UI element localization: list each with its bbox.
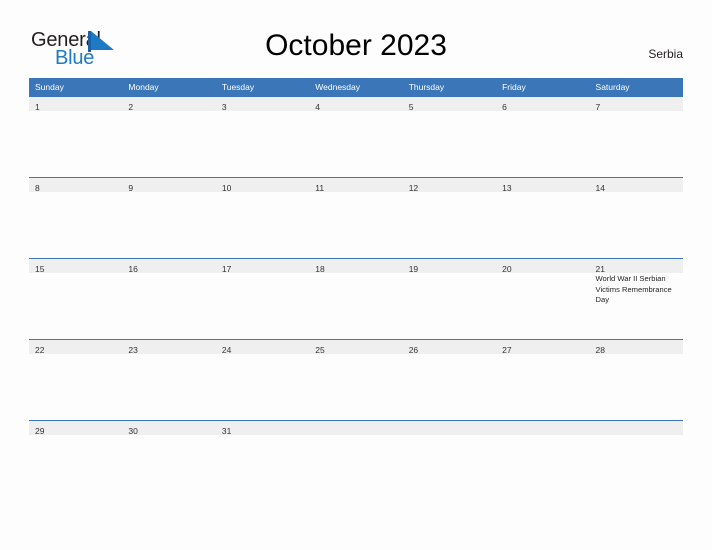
day-number-cell[interactable]: 7 — [590, 97, 683, 112]
day-number-cell[interactable]: 16 — [122, 259, 215, 274]
day-event-cell[interactable] — [403, 192, 496, 258]
day-number-cell[interactable]: 26 — [403, 340, 496, 355]
day-event-cell[interactable] — [216, 273, 309, 339]
day-number-cell[interactable]: 17 — [216, 259, 309, 274]
day-number-cell[interactable]: 22 — [29, 340, 122, 355]
day-event-cell[interactable] — [122, 273, 215, 339]
day-event-cell[interactable] — [29, 111, 122, 177]
day-number-cell[interactable]: 3 — [216, 97, 309, 112]
day-number-cell[interactable]: 10 — [216, 178, 309, 193]
day-event-cell[interactable] — [496, 192, 589, 258]
weekday-header-wednesday: Wednesday — [315, 82, 360, 92]
day-number-cell[interactable] — [309, 421, 402, 435]
day-event-cell[interactable] — [590, 435, 683, 501]
calendar-grid: Sunday Monday Tuesday Wednesday Thursday Frid… — [29, 78, 683, 501]
day-event-cell[interactable] — [403, 354, 496, 420]
day-event-cell[interactable] — [309, 354, 402, 420]
weekday-header-row: Sunday Monday Tuesday Wednesday Thursday Frid… — [29, 78, 683, 96]
day-number-cell[interactable]: 4 — [309, 97, 402, 112]
day-event-cell[interactable] — [496, 354, 589, 420]
day-number-cell[interactable]: 24 — [216, 340, 309, 355]
week-date-band: 29 30 31 — [29, 420, 683, 436]
day-event-cell[interactable] — [216, 354, 309, 420]
day-number-cell[interactable]: 13 — [496, 178, 589, 193]
day-event-cell[interactable] — [403, 273, 496, 339]
day-event-cell[interactable] — [122, 435, 215, 501]
weekday-header-monday: Monday — [128, 82, 159, 92]
week-date-band: 1234567 — [29, 96, 683, 112]
day-event-cell[interactable] — [590, 354, 683, 420]
day-number-cell[interactable] — [496, 421, 589, 435]
week-body-row: World War II Serbian Victims Remembrance… — [29, 273, 683, 339]
day-event-cell[interactable] — [122, 354, 215, 420]
day-event-cell[interactable] — [216, 192, 309, 258]
day-number-cell[interactable] — [590, 421, 683, 435]
day-event-cell[interactable] — [29, 435, 122, 501]
day-number-cell[interactable]: 11 — [309, 178, 402, 193]
week-body-row — [29, 111, 683, 177]
holiday-event-label: World War II Serbian Victims Remembrance… — [595, 274, 672, 305]
day-event-cell[interactable] — [29, 273, 122, 339]
day-number-cell[interactable]: 5 — [403, 97, 496, 112]
week-date-band: 22 23 24 25 26 27 28 — [29, 339, 683, 355]
day-number-cell[interactable]: 14 — [590, 178, 683, 193]
page-title: October 2023 — [265, 29, 447, 62]
day-event-cell[interactable] — [403, 111, 496, 177]
day-event-cell[interactable] — [309, 435, 402, 501]
day-number-cell[interactable]: 12 — [403, 178, 496, 193]
country-label: Serbia — [648, 47, 683, 61]
week-body-row — [29, 192, 683, 258]
day-number-cell[interactable]: 31 — [216, 421, 309, 436]
day-number-cell[interactable]: 20 — [496, 259, 589, 274]
day-event-cell[interactable] — [309, 192, 402, 258]
day-event-cell[interactable] — [496, 273, 589, 339]
day-number-cell[interactable]: 6 — [496, 97, 589, 112]
day-number-cell[interactable]: 30 — [122, 421, 215, 436]
day-event-cell[interactable] — [309, 273, 402, 339]
calendar-week-row: 8 9 10 11 12 13 14 — [29, 177, 683, 258]
day-number-cell[interactable]: 15 — [29, 259, 122, 274]
day-event-cell[interactable] — [29, 354, 122, 420]
day-number-cell[interactable]: 18 — [309, 259, 402, 274]
day-number-cell[interactable]: 9 — [122, 178, 215, 193]
weekday-header-tuesday: Tuesday — [221, 82, 255, 92]
day-number-cell[interactable]: 27 — [496, 340, 589, 355]
day-event-cell[interactable] — [122, 192, 215, 258]
day-event-cell[interactable] — [590, 111, 683, 177]
day-event-cell[interactable] — [216, 435, 309, 501]
week-date-band: 8 9 10 11 12 13 14 — [29, 177, 683, 193]
week-body-row — [29, 354, 683, 420]
day-event-cell[interactable] — [122, 111, 215, 177]
day-event-cell[interactable] — [496, 111, 589, 177]
calendar-weeks: 1 2 3 4 5 6 7 8 9 10 11 12 13 14 15 16 17 18 19 20 21 World W… — [29, 96, 683, 501]
day-number-cell[interactable]: 21 — [590, 259, 683, 274]
day-event-cell[interactable] — [309, 111, 402, 177]
calendar-week-row: 1234567 — [29, 96, 683, 177]
day-event-cell[interactable] — [403, 435, 496, 501]
weekday-header-sunday: Sunday — [35, 82, 64, 92]
day-number-cell[interactable]: 2 — [122, 97, 215, 112]
day-number-cell[interactable]: 8 — [29, 178, 122, 193]
page-header: General Blue October 2023 Serbia — [0, 0, 712, 78]
day-number-cell[interactable]: 1 — [29, 97, 122, 112]
day-number-cell[interactable]: 19 — [403, 259, 496, 274]
day-event-cell[interactable] — [590, 192, 683, 258]
day-event-cell[interactable]: World War II Serbian Victims Remembrance… — [590, 273, 683, 339]
week-date-band: 15 16 17 18 19 20 21 — [29, 258, 683, 274]
day-number-cell[interactable]: 28 — [590, 340, 683, 355]
day-number-cell[interactable]: 23 — [122, 340, 215, 355]
calendar-week-row: 15 16 17 18 19 20 21 World War II Serbian Victi… — [29, 258, 683, 339]
calendar-week-row: 29 30 31 — [29, 420, 683, 501]
weekday-header-saturday: Saturday — [595, 82, 630, 92]
day-number-cell[interactable]: 25 — [309, 340, 402, 355]
day-event-cell[interactable] — [29, 192, 122, 258]
day-event-cell[interactable] — [496, 435, 589, 501]
day-number-cell[interactable]: 29 — [29, 421, 122, 436]
weekday-header-thursday: Thursday — [408, 82, 445, 92]
week-body-row — [29, 435, 683, 501]
day-event-cell[interactable] — [216, 111, 309, 177]
calendar-week-row: 22 23 24 25 26 27 28 — [29, 339, 683, 420]
day-number-cell[interactable] — [403, 421, 496, 435]
weekday-header-friday: Friday — [502, 82, 526, 92]
